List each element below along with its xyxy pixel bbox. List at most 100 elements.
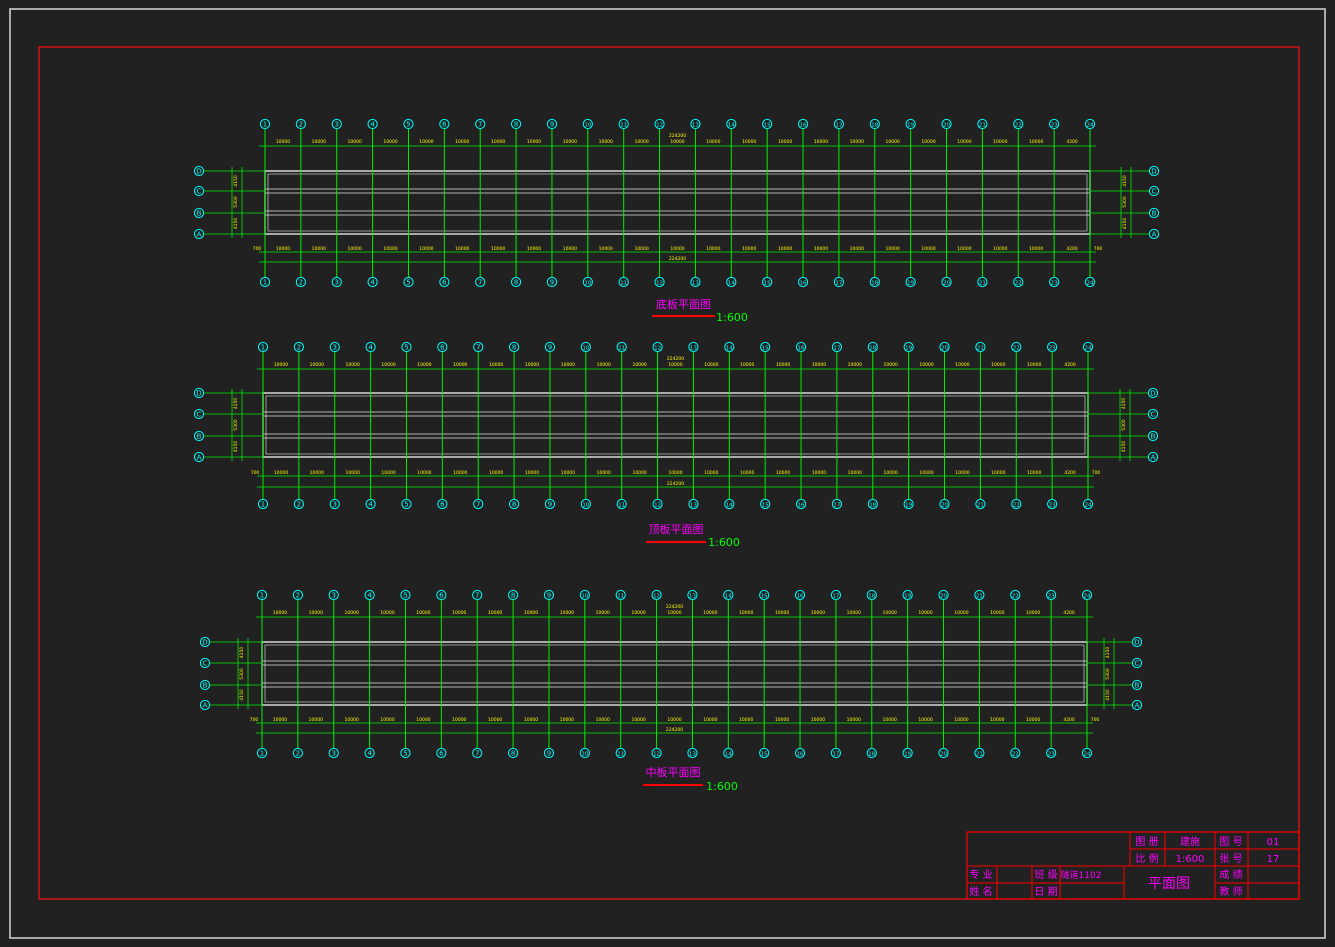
field-label-class: 班 级 xyxy=(1034,869,1057,881)
axis-bubble-bottom-label: 10 xyxy=(582,503,589,509)
field-label-sheet-no: 张 号 xyxy=(1219,853,1242,865)
side-dimension-right: 4150 xyxy=(1122,175,1128,187)
span-dimension-bottom: 10000 xyxy=(455,246,469,252)
span-dimension-bottom: 10000 xyxy=(670,246,684,252)
span-dimension-bottom: 10000 xyxy=(706,246,720,252)
axis-bubble-top-label: 6 xyxy=(440,344,445,352)
span-dimension-bottom: 10000 xyxy=(883,717,897,723)
span-dimension-top: 10000 xyxy=(345,610,359,616)
span-dimension-top: 10000 xyxy=(310,362,324,368)
span-dimension-bottom: 10000 xyxy=(310,470,324,476)
span-dimension-bottom: 10000 xyxy=(632,470,646,476)
span-dimension-bottom: 10000 xyxy=(993,246,1007,252)
span-dimension-bottom: 10000 xyxy=(886,246,900,252)
span-dimension-top: 10000 xyxy=(383,139,397,145)
axis-bubble-bottom-label: 20 xyxy=(941,503,948,509)
span-dimension-top: 10000 xyxy=(380,610,394,616)
span-dimension-bottom: 10000 xyxy=(703,717,717,723)
axis-bubble-bottom-label: 6 xyxy=(440,501,445,509)
span-dimension-bottom: 10000 xyxy=(489,470,503,476)
axis-bubble-top-label: 20 xyxy=(943,123,950,129)
row-bubble-left-label: B xyxy=(197,433,202,441)
span-dimension-bottom: 4200 xyxy=(1063,717,1075,723)
total-dimension-top: 224200 xyxy=(667,356,684,362)
axis-bubble-top-label: 10 xyxy=(584,123,591,129)
span-dimension-top: 10000 xyxy=(312,139,326,145)
axis-bubble-top-label: 19 xyxy=(907,123,914,129)
span-dimension-bottom: 10000 xyxy=(957,246,971,252)
axis-bubble-bottom-label: 16 xyxy=(798,503,805,509)
row-bubble-right-label: A xyxy=(1152,231,1157,239)
span-dimension-top: 10000 xyxy=(739,610,753,616)
axis-bubble-top-label: 14 xyxy=(726,346,733,352)
span-dimension-top: 10000 xyxy=(812,362,826,368)
axis-bubble-bottom-label: 12 xyxy=(654,503,661,509)
axis-bubble-bottom-label: 6 xyxy=(439,750,444,758)
row-bubble-left-label: C xyxy=(197,188,202,196)
axis-bubble-bottom-label: 8 xyxy=(511,750,515,758)
span-dimension-bottom: 10000 xyxy=(596,717,610,723)
span-dimension-bottom: 10000 xyxy=(742,246,756,252)
span-dimension-top: 10000 xyxy=(348,139,362,145)
axis-bubble-bottom-label: 4 xyxy=(367,750,372,758)
span-dimension-top: 10000 xyxy=(488,610,502,616)
span-dimension-bottom: 10000 xyxy=(740,470,754,476)
axis-bubble-bottom-label: 16 xyxy=(800,281,807,287)
axis-bubble-top-label: 23 xyxy=(1051,123,1058,129)
axis-bubble-top-label: 8 xyxy=(511,592,515,600)
axis-bubble-top-label: 5 xyxy=(406,121,410,129)
field-value-atlas: 建施 xyxy=(1180,835,1200,848)
field-label-major: 专 业 xyxy=(969,868,992,881)
span-dimension-top: 10000 xyxy=(776,362,790,368)
field-label-drawing-no: 图 号 xyxy=(1219,836,1242,848)
side-dimension-left: 4150 xyxy=(233,218,239,230)
edge-dimension-right: 700 xyxy=(1094,246,1103,252)
row-bubble-right-label: C xyxy=(1152,188,1157,196)
span-dimension-bottom: 10000 xyxy=(383,246,397,252)
row-bubble-left-label: D xyxy=(202,639,207,647)
axis-bubble-bottom-label: 14 xyxy=(725,752,732,758)
axis-bubble-bottom-label: 3 xyxy=(333,501,337,509)
span-dimension-bottom: 10000 xyxy=(631,717,645,723)
span-dimension-top: 10000 xyxy=(381,362,395,368)
span-dimension-top: 10000 xyxy=(455,139,469,145)
axis-bubble-top-label: 20 xyxy=(940,594,947,600)
span-dimension-bottom: 10000 xyxy=(380,717,394,723)
field-label-teacher: 教 师 xyxy=(1219,885,1242,898)
axis-bubble-bottom-label: 4 xyxy=(370,279,375,287)
span-dimension-bottom: 10000 xyxy=(990,717,1004,723)
side-dimension-right: 5300 xyxy=(1105,668,1111,680)
span-dimension-bottom: 10000 xyxy=(561,470,575,476)
axis-bubble-bottom-label: 16 xyxy=(797,752,804,758)
axis-bubble-bottom-label: 1 xyxy=(260,750,264,758)
axis-bubble-bottom-label: 15 xyxy=(761,752,768,758)
span-dimension-top: 10000 xyxy=(775,610,789,616)
axis-bubble-bottom-label: 20 xyxy=(940,752,947,758)
row-bubble-right-label: A xyxy=(1135,702,1140,710)
row-bubble-right-label: A xyxy=(1151,454,1156,462)
span-dimension-bottom: 10000 xyxy=(453,470,467,476)
span-dimension-top: 10000 xyxy=(706,139,720,145)
span-dimension-top: 10000 xyxy=(346,362,360,368)
axis-bubble-top-label: 13 xyxy=(689,594,696,600)
axis-bubble-bottom-label: 1 xyxy=(261,501,265,509)
axis-bubble-bottom-label: 18 xyxy=(871,281,878,287)
axis-bubble-bottom-label: 22 xyxy=(1012,752,1019,758)
span-dimension-bottom: 10000 xyxy=(599,246,613,252)
axis-bubble-top-label: 7 xyxy=(475,592,479,600)
axis-bubble-top-label: 21 xyxy=(977,346,984,352)
span-dimension-bottom: 10000 xyxy=(991,470,1005,476)
side-dimension-left: 4150 xyxy=(233,175,239,187)
axis-bubble-top-label: 22 xyxy=(1012,594,1019,600)
axis-bubble-top-label: 9 xyxy=(548,344,552,352)
span-dimension-bottom: 10000 xyxy=(417,470,431,476)
axis-bubble-top-label: 1 xyxy=(261,344,265,352)
field-value-sheet-no: 17 xyxy=(1267,854,1280,865)
plan-title: 中板平面图 xyxy=(646,765,701,779)
span-dimension-bottom: 10000 xyxy=(525,470,539,476)
axis-bubble-bottom-label: 8 xyxy=(512,501,516,509)
span-dimension-bottom: 10000 xyxy=(814,246,828,252)
axis-bubble-bottom-label: 8 xyxy=(514,279,518,287)
axis-bubble-bottom-label: 7 xyxy=(476,501,480,509)
row-bubble-left-label: A xyxy=(197,454,202,462)
